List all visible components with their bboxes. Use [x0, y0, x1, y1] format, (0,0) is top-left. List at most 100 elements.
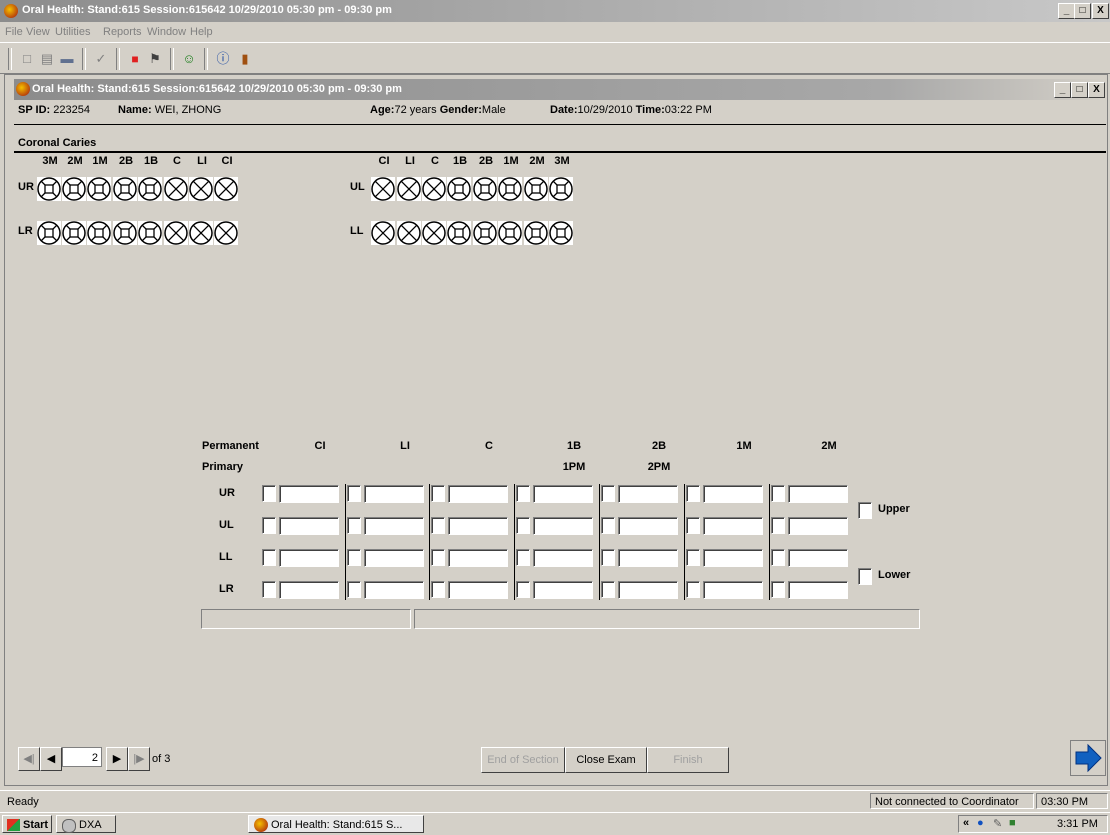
tooth-ur-5[interactable]: [164, 177, 188, 201]
surface-checkbox[interactable]: [771, 485, 785, 502]
surface-code-field[interactable]: [618, 549, 678, 567]
menu-view[interactable]: View: [26, 26, 50, 38]
start-button[interactable]: Start: [2, 815, 52, 833]
network-icon[interactable]: ●: [977, 817, 984, 829]
first-page-button[interactable]: ◀|: [18, 747, 40, 771]
tooth-ur-4[interactable]: [138, 177, 162, 201]
tray-status-icon[interactable]: ■: [1009, 817, 1016, 829]
tooth-ll-0[interactable]: [371, 221, 395, 245]
last-page-button[interactable]: |▶: [128, 747, 150, 771]
surface-checkbox[interactable]: [347, 485, 361, 502]
surface-checkbox[interactable]: [347, 549, 361, 566]
tooth-lr-2[interactable]: [87, 221, 111, 245]
tooth-lr-6[interactable]: [189, 221, 213, 245]
prev-page-button[interactable]: ◀: [40, 747, 62, 771]
menu-file[interactable]: File: [5, 26, 23, 38]
exam-maximize-button[interactable]: □: [1071, 82, 1088, 98]
surface-code-field[interactable]: [448, 549, 508, 567]
surface-code-field[interactable]: [364, 549, 424, 567]
tooth-ul-1[interactable]: [397, 177, 421, 201]
tray-expand-icon[interactable]: «: [963, 817, 969, 829]
surface-code-field[interactable]: [364, 581, 424, 599]
surface-checkbox[interactable]: [771, 549, 785, 566]
surface-code-field[interactable]: [279, 517, 339, 535]
tooth-ul-7[interactable]: [549, 177, 573, 201]
tooth-ll-6[interactable]: [524, 221, 548, 245]
surface-code-field[interactable]: [364, 485, 424, 503]
surface-checkbox[interactable]: [347, 581, 361, 598]
tooth-ur-7[interactable]: [214, 177, 238, 201]
maximize-button[interactable]: □: [1074, 3, 1091, 19]
tooth-ul-3[interactable]: [447, 177, 471, 201]
surface-checkbox[interactable]: [686, 549, 700, 566]
surface-code-field[interactable]: [703, 549, 763, 567]
minimize-button[interactable]: _: [1058, 3, 1075, 19]
clipboard-icon[interactable]: ▤: [38, 50, 56, 68]
surface-checkbox[interactable]: [516, 549, 530, 566]
tooth-ll-3[interactable]: [447, 221, 471, 245]
tooth-lr-5[interactable]: [164, 221, 188, 245]
stop-icon[interactable]: ■: [126, 50, 144, 68]
surface-checkbox[interactable]: [516, 485, 530, 502]
surface-checkbox[interactable]: [431, 581, 445, 598]
surface-checkbox[interactable]: [431, 549, 445, 566]
help-icon[interactable]: ⓘ: [214, 50, 232, 68]
surface-checkbox[interactable]: [771, 517, 785, 534]
tooth-ul-0[interactable]: [371, 177, 395, 201]
tooth-lr-4[interactable]: [138, 221, 162, 245]
lower-checkbox[interactable]: [858, 568, 872, 585]
new-icon[interactable]: □: [18, 50, 36, 68]
surface-code-field[interactable]: [703, 581, 763, 599]
surface-checkbox[interactable]: [516, 581, 530, 598]
surface-checkbox[interactable]: [347, 517, 361, 534]
surface-code-field[interactable]: [618, 485, 678, 503]
surface-code-field[interactable]: [533, 549, 593, 567]
next-arrow-icon[interactable]: [1070, 740, 1106, 776]
tooth-ll-5[interactable]: [498, 221, 522, 245]
page-number-input[interactable]: 2: [62, 747, 102, 767]
surface-code-field[interactable]: [788, 517, 848, 535]
tooth-ur-2[interactable]: [87, 177, 111, 201]
surface-code-field[interactable]: [788, 581, 848, 599]
surface-checkbox[interactable]: [601, 485, 615, 502]
surface-checkbox[interactable]: [601, 549, 615, 566]
surface-checkbox[interactable]: [601, 581, 615, 598]
tooth-ur-6[interactable]: [189, 177, 213, 201]
tooth-ul-5[interactable]: [498, 177, 522, 201]
users-icon[interactable]: ☺: [180, 50, 198, 68]
taskbar-oral-health[interactable]: Oral Health: Stand:615 S...: [248, 815, 424, 833]
surface-code-field[interactable]: [618, 581, 678, 599]
tool-icon[interactable]: ✓: [92, 50, 110, 68]
surface-checkbox[interactable]: [262, 549, 276, 566]
exam-close-button[interactable]: X: [1088, 82, 1105, 98]
exam-minimize-button[interactable]: _: [1054, 82, 1071, 98]
surface-checkbox[interactable]: [431, 485, 445, 502]
close-button[interactable]: X: [1092, 3, 1109, 19]
tooth-lr-7[interactable]: [214, 221, 238, 245]
tooth-ur-1[interactable]: [62, 177, 86, 201]
surface-checkbox[interactable]: [262, 581, 276, 598]
next-page-button[interactable]: ▶: [106, 747, 128, 771]
surface-code-field[interactable]: [279, 549, 339, 567]
tooth-ul-2[interactable]: [422, 177, 446, 201]
surface-code-field[interactable]: [448, 485, 508, 503]
surface-code-field[interactable]: [533, 517, 593, 535]
surface-code-field[interactable]: [279, 485, 339, 503]
surface-code-field[interactable]: [703, 517, 763, 535]
surface-code-field[interactable]: [533, 581, 593, 599]
menu-utilities[interactable]: Utilities: [55, 26, 90, 38]
tooth-ul-6[interactable]: [524, 177, 548, 201]
surface-code-field[interactable]: [448, 581, 508, 599]
tooth-ll-2[interactable]: [422, 221, 446, 245]
close-exam-button[interactable]: Close Exam: [565, 747, 647, 773]
surface-code-field[interactable]: [788, 485, 848, 503]
menu-reports[interactable]: Reports: [103, 26, 142, 38]
surface-checkbox[interactable]: [686, 581, 700, 598]
surface-checkbox[interactable]: [431, 517, 445, 534]
surface-code-field[interactable]: [533, 485, 593, 503]
surface-checkbox[interactable]: [771, 581, 785, 598]
tooth-ll-4[interactable]: [473, 221, 497, 245]
surface-checkbox[interactable]: [262, 485, 276, 502]
tooth-ur-0[interactable]: [37, 177, 61, 201]
surface-code-field[interactable]: [364, 517, 424, 535]
